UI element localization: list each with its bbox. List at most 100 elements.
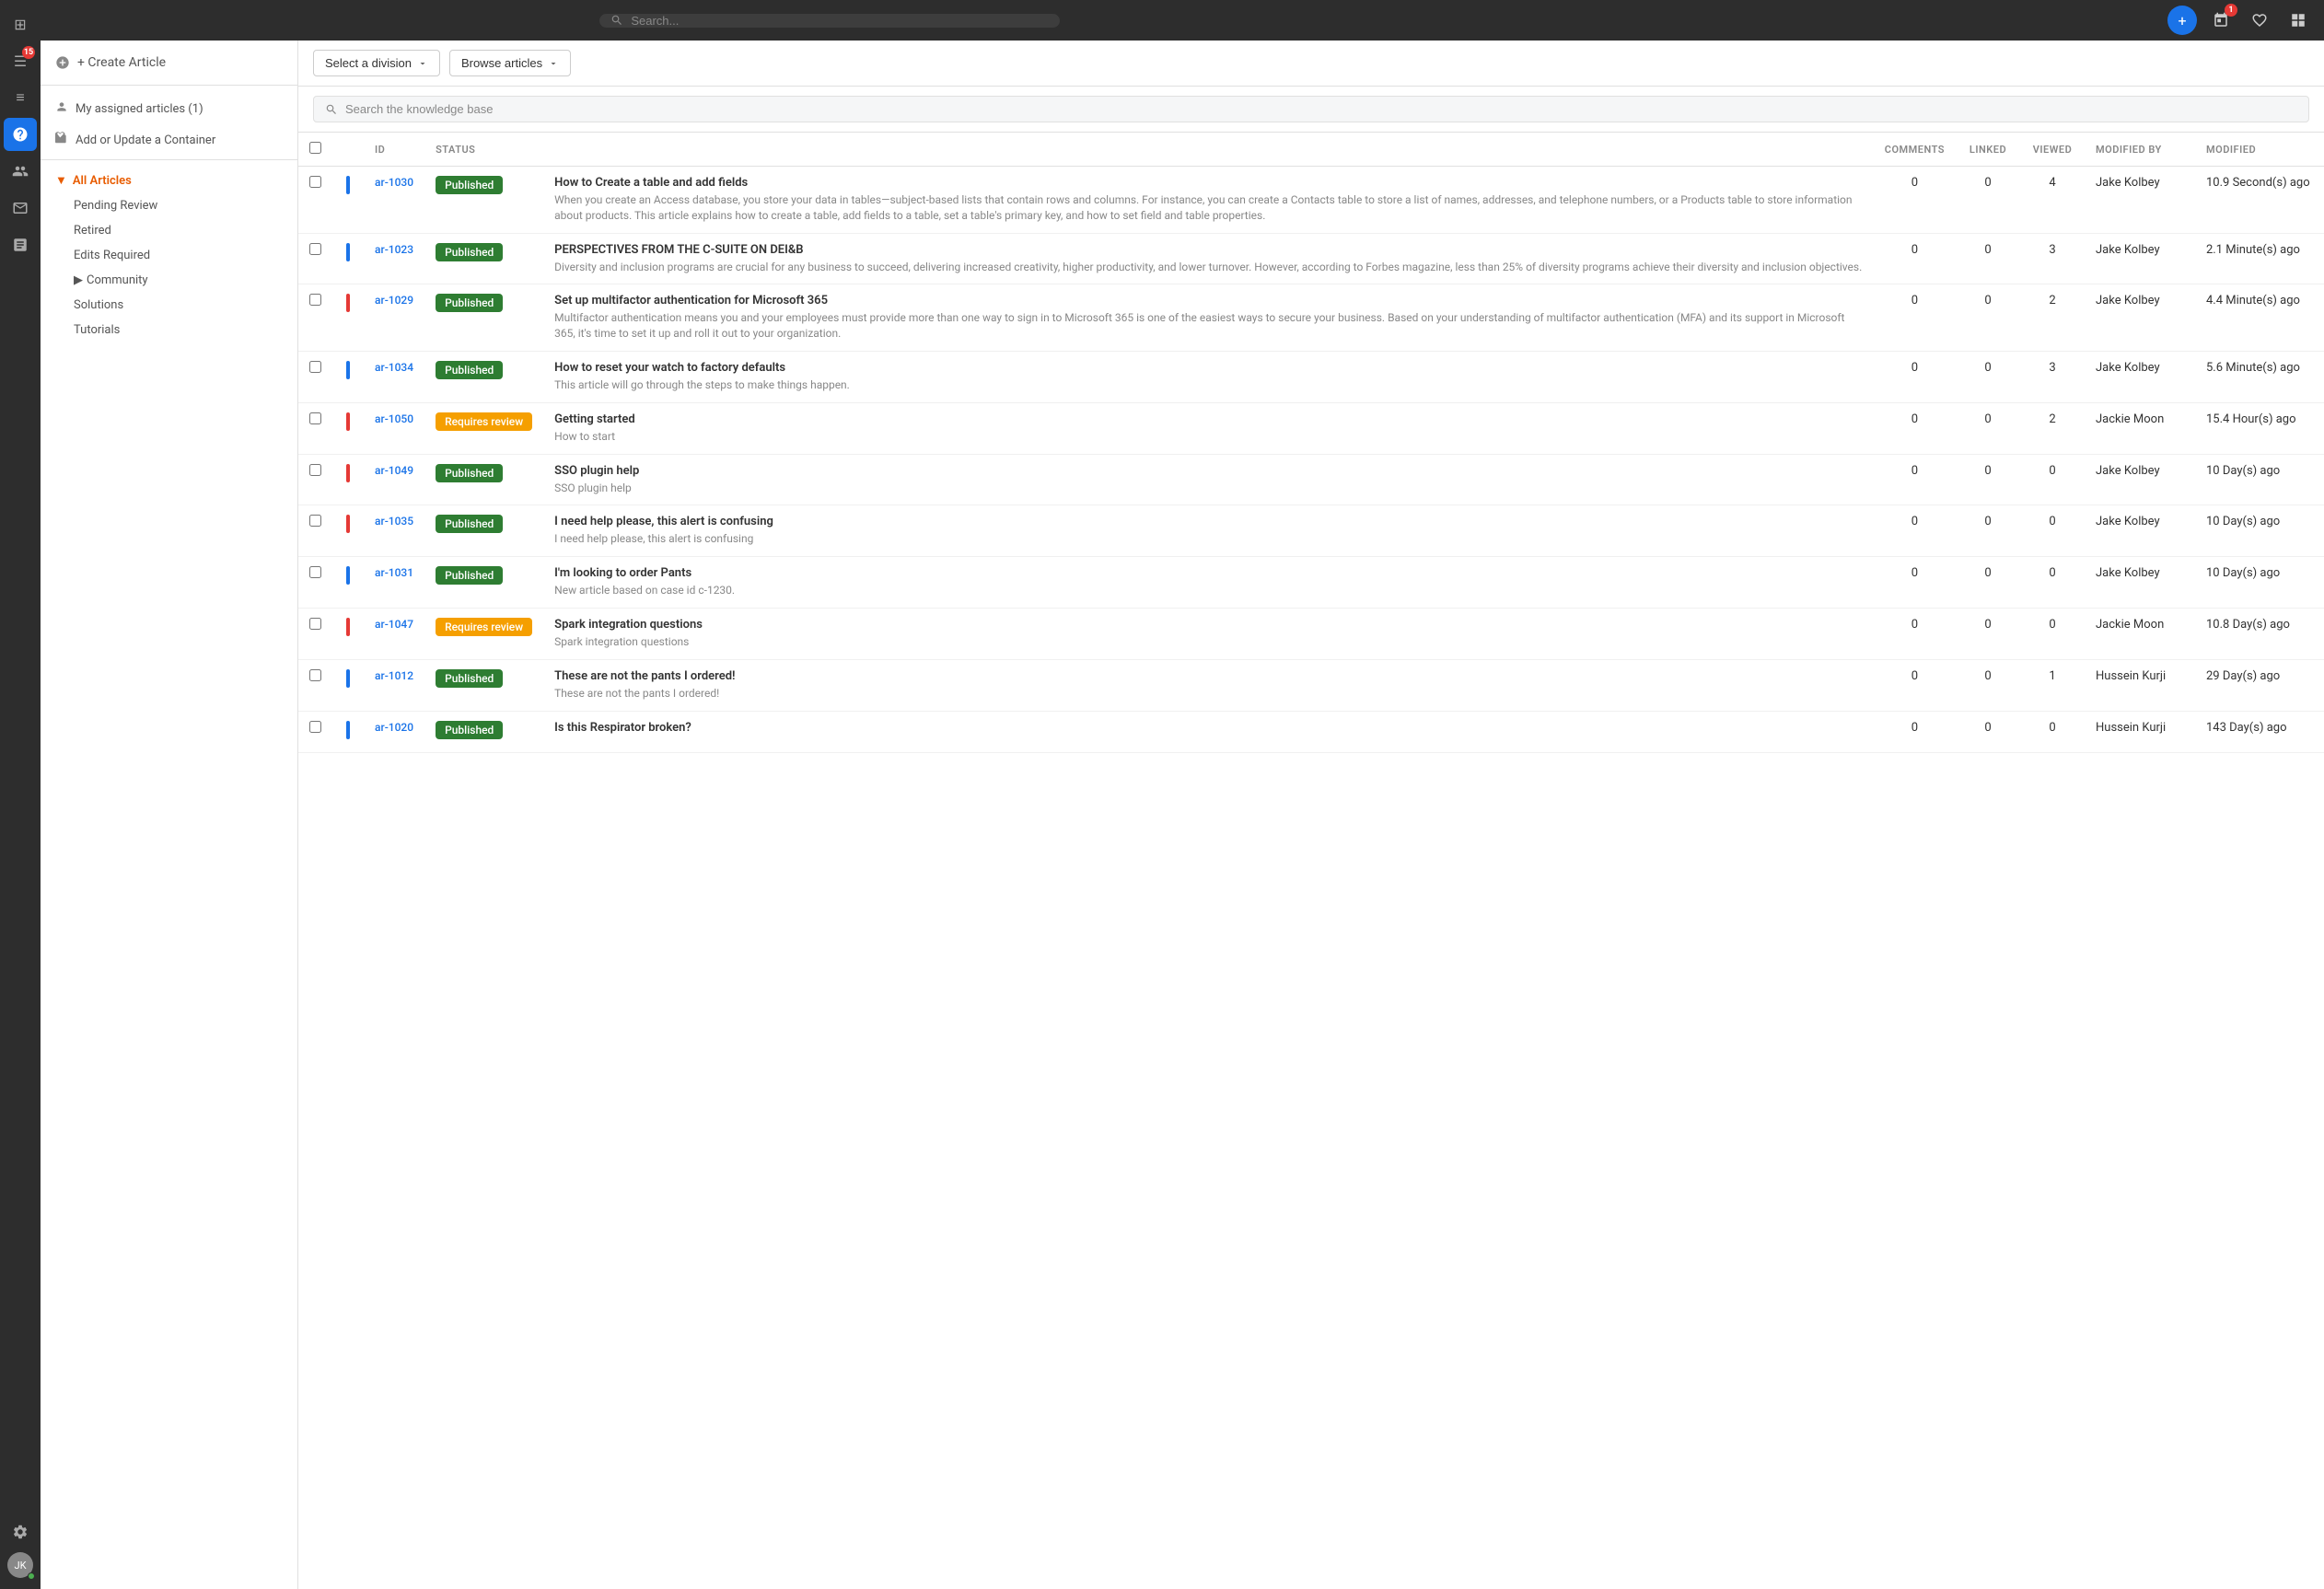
report-nav-icon[interactable] bbox=[4, 228, 37, 261]
article-id-cell[interactable]: ar-1031 bbox=[364, 557, 424, 609]
kb-search-bar[interactable] bbox=[313, 96, 2309, 122]
article-id-cell[interactable]: ar-1023 bbox=[364, 233, 424, 284]
article-id[interactable]: ar-1049 bbox=[375, 464, 413, 477]
row-checkbox[interactable] bbox=[309, 721, 321, 733]
linked-header[interactable]: LINKED bbox=[1956, 133, 2020, 167]
people-nav-icon[interactable] bbox=[4, 155, 37, 188]
global-search-input[interactable] bbox=[631, 14, 1049, 28]
article-content-cell[interactable]: How to reset your watch to factory defau… bbox=[543, 351, 1874, 402]
row-checkbox[interactable] bbox=[309, 669, 321, 681]
row-checkbox-cell bbox=[298, 608, 332, 659]
article-id-cell[interactable]: ar-1034 bbox=[364, 351, 424, 402]
modified-by-header[interactable]: MODIFIED BY bbox=[2085, 133, 2195, 167]
division-dropdown-label: Select a division bbox=[325, 56, 412, 70]
kb-search-input[interactable] bbox=[345, 102, 2297, 116]
article-title[interactable]: PERSPECTIVES FROM THE C-SUITE ON DEI&B bbox=[554, 243, 1863, 257]
viewed-header[interactable]: VIEWED bbox=[2020, 133, 2085, 167]
row-checkbox[interactable] bbox=[309, 361, 321, 373]
user-avatar-icon[interactable]: JK bbox=[4, 1548, 37, 1582]
article-title[interactable]: Is this Respirator broken? bbox=[554, 721, 1863, 735]
article-id[interactable]: ar-1047 bbox=[375, 618, 413, 631]
article-id-cell[interactable]: ar-1050 bbox=[364, 402, 424, 454]
grid-nav-icon[interactable]: ⊞ bbox=[4, 7, 37, 41]
row-checkbox[interactable] bbox=[309, 464, 321, 476]
article-id-cell[interactable]: ar-1049 bbox=[364, 454, 424, 505]
article-content-cell[interactable]: I need help please, this alert is confus… bbox=[543, 505, 1874, 557]
article-title[interactable]: SSO plugin help bbox=[554, 464, 1863, 478]
modified-header[interactable]: MODIFIED bbox=[2195, 133, 2324, 167]
row-checkbox[interactable] bbox=[309, 176, 321, 188]
article-id[interactable]: ar-1035 bbox=[375, 515, 413, 528]
grid-view-button[interactable] bbox=[2283, 6, 2313, 35]
article-content-cell[interactable]: How to Create a table and add fields Whe… bbox=[543, 167, 1874, 234]
article-id-cell[interactable]: ar-1012 bbox=[364, 659, 424, 711]
article-id[interactable]: ar-1020 bbox=[375, 721, 413, 734]
add-update-container-item[interactable]: Add or Update a Container bbox=[41, 124, 297, 156]
settings-icon[interactable] bbox=[4, 1515, 37, 1548]
row-checkbox-cell bbox=[298, 557, 332, 609]
article-title[interactable]: How to reset your watch to factory defau… bbox=[554, 361, 1863, 375]
tutorials-item[interactable]: Tutorials bbox=[41, 318, 297, 342]
article-title[interactable]: I need help please, this alert is confus… bbox=[554, 515, 1863, 528]
article-id-cell[interactable]: ar-1047 bbox=[364, 608, 424, 659]
article-id[interactable]: ar-1031 bbox=[375, 566, 413, 579]
article-content-cell[interactable]: SSO plugin help SSO plugin help bbox=[543, 454, 1874, 505]
favorites-button[interactable] bbox=[2245, 6, 2274, 35]
calendar-button[interactable]: 1 bbox=[2206, 6, 2236, 35]
article-id[interactable]: ar-1029 bbox=[375, 294, 413, 307]
all-articles-header[interactable]: ▼ All Articles bbox=[41, 168, 297, 193]
row-checkbox[interactable] bbox=[309, 412, 321, 424]
status-badge: Published bbox=[436, 721, 503, 739]
article-content-cell[interactable]: I'm looking to order Pants New article b… bbox=[543, 557, 1874, 609]
article-title[interactable]: How to Create a table and add fields bbox=[554, 176, 1863, 190]
division-dropdown[interactable]: Select a division bbox=[313, 50, 440, 76]
solutions-item[interactable]: Solutions bbox=[41, 293, 297, 318]
edits-required-item[interactable]: Edits Required bbox=[41, 243, 297, 268]
linked-cell: 0 bbox=[1956, 167, 2020, 234]
select-all-checkbox[interactable] bbox=[309, 142, 321, 154]
article-content-cell[interactable]: PERSPECTIVES FROM THE C-SUITE ON DEI&B D… bbox=[543, 233, 1874, 284]
article-id-cell[interactable]: ar-1020 bbox=[364, 711, 424, 752]
contact-nav-icon[interactable] bbox=[4, 191, 37, 225]
browse-articles-dropdown[interactable]: Browse articles bbox=[449, 50, 571, 76]
my-assigned-articles-item[interactable]: My assigned articles (1) bbox=[41, 93, 297, 124]
add-button[interactable]: + bbox=[2167, 6, 2197, 35]
row-checkbox[interactable] bbox=[309, 515, 321, 527]
row-checkbox[interactable] bbox=[309, 566, 321, 578]
article-content-cell[interactable]: Getting started How to start bbox=[543, 402, 1874, 454]
top-header: + 1 bbox=[41, 0, 2324, 41]
list-nav-icon[interactable]: ☰ 15 bbox=[4, 44, 37, 77]
create-article-button[interactable]: + Create Article bbox=[55, 52, 283, 74]
article-id[interactable]: ar-1034 bbox=[375, 361, 413, 374]
retired-item[interactable]: Retired bbox=[41, 218, 297, 243]
article-title[interactable]: Getting started bbox=[554, 412, 1863, 426]
pending-review-item[interactable]: Pending Review bbox=[41, 193, 297, 218]
linked-cell: 0 bbox=[1956, 505, 2020, 557]
article-title[interactable]: Spark integration questions bbox=[554, 618, 1863, 632]
row-checkbox[interactable] bbox=[309, 618, 321, 630]
article-title[interactable]: I'm looking to order Pants bbox=[554, 566, 1863, 580]
article-id-cell[interactable]: ar-1029 bbox=[364, 284, 424, 352]
article-title[interactable]: Set up multifactor authentication for Mi… bbox=[554, 294, 1863, 307]
article-content-cell[interactable]: These are not the pants I ordered! These… bbox=[543, 659, 1874, 711]
outline-nav-icon[interactable]: ≡ bbox=[4, 81, 37, 114]
row-checkbox[interactable] bbox=[309, 243, 321, 255]
article-id-cell[interactable]: ar-1035 bbox=[364, 505, 424, 557]
community-item[interactable]: ▶ Community bbox=[41, 268, 297, 293]
article-id[interactable]: ar-1023 bbox=[375, 243, 413, 256]
comments-header[interactable]: COMMENTS bbox=[1874, 133, 1956, 167]
article-id[interactable]: ar-1030 bbox=[375, 176, 413, 189]
article-content-cell[interactable]: Is this Respirator broken? bbox=[543, 711, 1874, 752]
status-badge: Published bbox=[436, 361, 503, 379]
global-search[interactable] bbox=[599, 14, 1060, 28]
id-header[interactable]: ID bbox=[364, 133, 424, 167]
article-content-cell[interactable]: Set up multifactor authentication for Mi… bbox=[543, 284, 1874, 352]
article-title[interactable]: These are not the pants I ordered! bbox=[554, 669, 1863, 683]
kb-nav-icon[interactable] bbox=[4, 118, 37, 151]
article-id[interactable]: ar-1050 bbox=[375, 412, 413, 425]
article-content-cell[interactable]: Spark integration questions Spark integr… bbox=[543, 608, 1874, 659]
status-header[interactable]: STATUS bbox=[424, 133, 543, 167]
article-id[interactable]: ar-1012 bbox=[375, 669, 413, 682]
article-id-cell[interactable]: ar-1030 bbox=[364, 167, 424, 234]
row-checkbox[interactable] bbox=[309, 294, 321, 306]
